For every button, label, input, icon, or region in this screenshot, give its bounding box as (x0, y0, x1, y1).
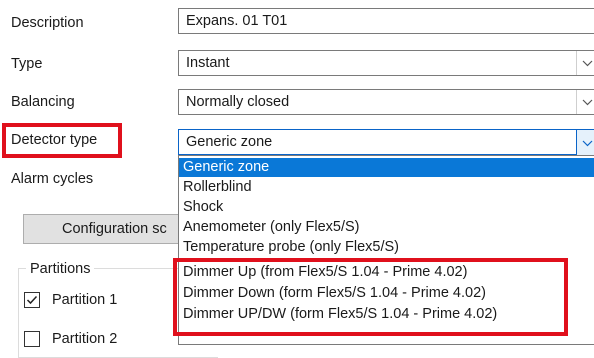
detector-type-dropdown-list[interactable]: Generic zone Rollerblind Shock Anemomete… (178, 155, 594, 345)
detector-type-label: Detector type (11, 132, 98, 148)
option-shock[interactable]: Shock (179, 198, 594, 217)
option-generic-zone[interactable]: Generic zone (179, 158, 594, 177)
partition-2-checkbox[interactable] (24, 331, 40, 347)
balancing-value: Normally closed (186, 94, 290, 110)
detector-type-select[interactable]: Generic zone (178, 129, 594, 157)
partition-2-label: Partition 2 (52, 331, 118, 347)
partition-1-label: Partition 1 (52, 292, 118, 308)
balancing-select[interactable]: Normally closed (178, 89, 594, 115)
chevron-down-icon[interactable] (576, 90, 594, 114)
option-dimmer-up[interactable]: Dimmer Up (from Flex5/S 1.04 - Prime 4.0… (179, 263, 594, 282)
option-dimmer-up-dw[interactable]: Dimmer UP/DW (form Flex5/S 1.04 - Prime … (179, 305, 594, 324)
chevron-down-icon[interactable] (576, 51, 594, 75)
balancing-label: Balancing (11, 94, 75, 110)
option-anemometer[interactable]: Anemometer (only Flex5/S) (179, 218, 594, 237)
alarm-cycles-label: Alarm cycles (11, 171, 94, 187)
description-value: Expans. 01 T01 (186, 13, 288, 29)
description-input[interactable]: Expans. 01 T01 (178, 8, 594, 34)
type-label: Type (11, 56, 43, 72)
partition-1-checkbox[interactable] (24, 292, 40, 308)
option-dimmer-down[interactable]: Dimmer Down (form Flex5/S 1.04 - Prime 4… (179, 284, 594, 303)
type-value: Instant (186, 55, 230, 71)
option-temperature-probe[interactable]: Temperature probe (only Flex5/S) (179, 238, 594, 257)
checkmark-icon (26, 295, 38, 305)
partitions-title: Partitions (26, 259, 95, 279)
type-select[interactable]: Instant (178, 50, 594, 76)
detector-type-value: Generic zone (186, 134, 273, 150)
chevron-down-icon[interactable] (576, 129, 594, 157)
description-label: Description (11, 15, 84, 31)
option-rollerblind[interactable]: Rollerblind (179, 178, 594, 197)
